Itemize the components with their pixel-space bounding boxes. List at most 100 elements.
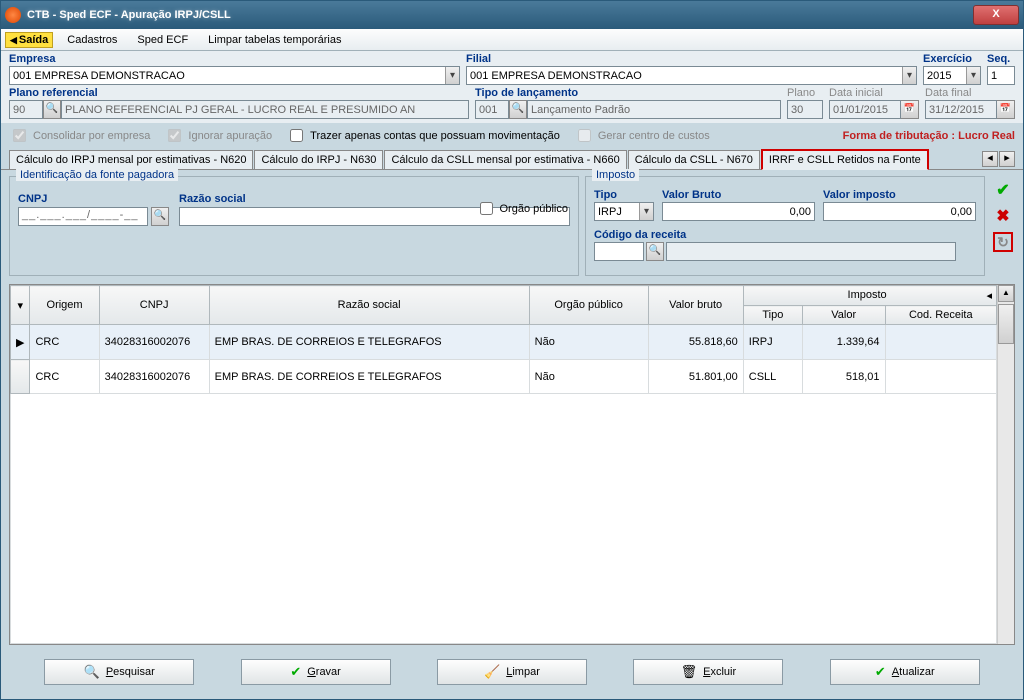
fieldset-identificacao: Identificação da fonte pagadora CNPJ __.…	[9, 176, 579, 276]
tab-n620[interactable]: Cálculo do IRPJ mensal por estimativas -…	[9, 150, 253, 169]
input-tipo-lanc-code	[475, 100, 509, 119]
menu-sped-ecf[interactable]: Sped ECF	[127, 32, 198, 48]
window-title: CTB - Sped ECF - Apuração IRPJ/CSLL	[27, 9, 973, 21]
checks-row: Consolidar por empresa Ignorar apuração …	[1, 123, 1023, 148]
label-plano: Plano	[787, 87, 823, 99]
menu-cadastros[interactable]: Cadastros	[57, 32, 127, 48]
calendar-data-fim-icon: 📅	[997, 100, 1015, 119]
gravar-button[interactable]: ✔Gravar	[241, 659, 391, 685]
label-cnpj: CNPJ	[18, 193, 169, 205]
tabs-scroll-left[interactable]: ◂	[982, 151, 998, 167]
pesquisar-button[interactable]: 🔍Pesquisar	[44, 659, 194, 685]
menubar: Saída Cadastros Sped ECF Limpar tabelas …	[1, 29, 1023, 51]
tab-n660[interactable]: Cálculo da CSLL mensal por estimativa - …	[384, 150, 626, 169]
button-bar: 🔍Pesquisar ✔Gravar 🧹Limpar 🗑Excluir ✔Atu…	[1, 649, 1023, 699]
fieldset-imposto: Imposto Tipo IRPJ Valor Bruto Valor impo…	[585, 176, 985, 276]
label-data-ini: Data inicial	[829, 87, 919, 99]
app-window: CTB - Sped ECF - Apuração IRPJ/CSLL X Sa…	[0, 0, 1024, 700]
confirm-button[interactable]: ✔	[993, 180, 1013, 200]
menu-saida[interactable]: Saída	[5, 32, 53, 48]
table-row[interactable]: ▶ CRC 34028316002076 EMP BRAS. DE CORREI…	[11, 325, 997, 360]
titlebar: CTB - Sped ECF - Apuração IRPJ/CSLL X	[1, 1, 1023, 29]
label-exercicio: Exercício	[923, 53, 981, 65]
label-seq: Seq.	[987, 53, 1015, 65]
input-plano-ref-desc	[61, 100, 469, 119]
tabs-scroll-right[interactable]: ▸	[999, 151, 1015, 167]
label-valor-imposto: Valor imposto	[823, 189, 976, 201]
tab-irrf-csll-retidos[interactable]: IRRF e CSLL Retidos na Fonte	[761, 149, 929, 170]
data-grid[interactable]: ▾ Origem CNPJ Razão social Orgão público…	[10, 285, 997, 644]
trash-icon: 🗑	[681, 664, 698, 680]
tabs-row: Cálculo do IRPJ mensal por estimativas -…	[1, 148, 1023, 170]
check-ignorar: Ignorar apuração	[164, 126, 272, 145]
row-pointer-icon: ▶	[11, 325, 30, 360]
input-seq[interactable]	[987, 66, 1015, 85]
lookup-plano-ref[interactable]: 🔍	[43, 100, 61, 119]
check-consolidar: Consolidar por empresa	[9, 126, 150, 145]
calendar-data-ini-icon: 📅	[901, 100, 919, 119]
col-cnpj[interactable]: CNPJ	[99, 286, 209, 325]
label-plano-ref: Plano referencial	[9, 87, 469, 99]
tax-form-label: Forma de tributação : Lucro Real	[843, 130, 1015, 142]
col-origem[interactable]: Origem	[30, 286, 99, 325]
label-filial: Filial	[466, 53, 917, 65]
legend-identificacao: Identificação da fonte pagadora	[16, 169, 178, 181]
search-icon: 🔍	[84, 664, 100, 680]
col-tipo[interactable]: Tipo	[743, 306, 802, 325]
grid-wrap: ▾ Origem CNPJ Razão social Orgão público…	[9, 284, 1015, 645]
col-orgao[interactable]: Orgão público	[529, 286, 648, 325]
lookup-tipo-lanc[interactable]: 🔍	[509, 100, 527, 119]
form-area: Empresa 001 EMPRESA DEMONSTRACAO Filial …	[1, 51, 1023, 123]
input-plano	[787, 100, 823, 119]
tab-n630[interactable]: Cálculo do IRPJ - N630	[254, 150, 383, 169]
check-gerar-cc: Gerar centro de custos	[574, 126, 710, 145]
tab-n670[interactable]: Cálculo da CSLL - N670	[628, 150, 760, 169]
limpar-button[interactable]: 🧹Limpar	[437, 659, 587, 685]
check-icon: ✔	[875, 664, 886, 680]
grid-scrollbar[interactable]: ▲	[997, 285, 1014, 644]
lookup-cnpj[interactable]: 🔍	[151, 207, 169, 226]
scroll-up-icon[interactable]: ▲	[998, 285, 1014, 302]
label-codigo-receita: Código da receita	[594, 229, 956, 241]
select-filial[interactable]: 001 EMPRESA DEMONSTRACAO	[466, 66, 917, 85]
input-data-ini	[829, 100, 901, 119]
select-tipo-imposto[interactable]: IRPJ	[594, 202, 654, 221]
input-valor-imposto[interactable]	[823, 202, 976, 221]
panel-area: Identificação da fonte pagadora CNPJ __.…	[1, 170, 1023, 280]
refresh-button[interactable]: ↻	[993, 232, 1013, 252]
col-cod-receita[interactable]: Cod. Receita	[885, 306, 996, 325]
col-valor[interactable]: Valor	[802, 306, 885, 325]
vertical-action-buttons: ✔ ✖ ↻	[991, 176, 1015, 276]
select-empresa[interactable]: 001 EMPRESA DEMONSTRACAO	[9, 66, 460, 85]
input-codigo-receita[interactable]	[594, 242, 644, 261]
input-tipo-lanc-desc	[527, 100, 781, 119]
select-exercicio[interactable]: 2015	[923, 66, 981, 85]
col-imposto-group[interactable]: Imposto ◂	[743, 286, 996, 306]
check-trazer[interactable]: Trazer apenas contas que possuam movimen…	[286, 126, 560, 145]
close-button[interactable]: X	[973, 5, 1019, 25]
input-data-fim	[925, 100, 997, 119]
cancel-button[interactable]: ✖	[993, 206, 1013, 226]
label-data-fim: Data final	[925, 87, 1015, 99]
col-razao[interactable]: Razão social	[209, 286, 529, 325]
check-orgao-publico[interactable]: Orgão público	[476, 199, 569, 218]
input-codigo-receita-desc	[666, 242, 956, 261]
atualizar-button[interactable]: ✔Atualizar	[830, 659, 980, 685]
col-valor-bruto[interactable]: Valor bruto	[648, 286, 743, 325]
lookup-codigo-receita[interactable]: 🔍	[646, 242, 664, 261]
input-cnpj[interactable]: __.___.___/____-__	[18, 207, 148, 226]
label-tipo-imposto: Tipo	[594, 189, 654, 201]
label-tipo-lanc: Tipo de lançamento	[475, 87, 781, 99]
table-row[interactable]: CRC 34028316002076 EMP BRAS. DE CORREIOS…	[11, 360, 997, 394]
col-indicator[interactable]: ▾	[11, 286, 30, 325]
excluir-button[interactable]: 🗑Excluir	[633, 659, 783, 685]
broom-icon: 🧹	[484, 664, 500, 680]
app-icon	[5, 7, 21, 23]
label-empresa: Empresa	[9, 53, 460, 65]
scroll-thumb[interactable]	[998, 304, 1014, 344]
input-plano-ref-code	[9, 100, 43, 119]
menu-limpar-tabelas[interactable]: Limpar tabelas temporárias	[198, 32, 351, 48]
label-valor-bruto: Valor Bruto	[662, 189, 815, 201]
legend-imposto: Imposto	[592, 169, 639, 181]
input-valor-bruto[interactable]	[662, 202, 815, 221]
